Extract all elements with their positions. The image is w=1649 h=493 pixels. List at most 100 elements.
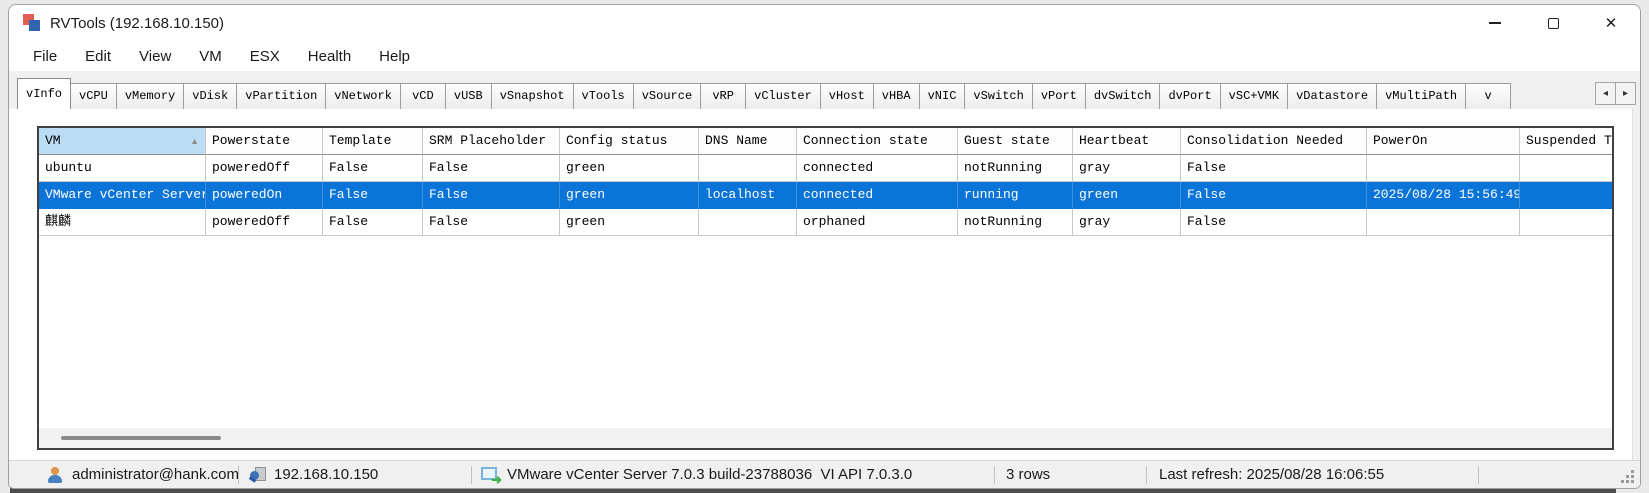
grid-header-row: VM ▲ Powerstate Template SRM Placeholder Conf… — [39, 128, 1612, 155]
menu-help[interactable]: Help — [365, 44, 424, 69]
column-header-dns-name[interactable]: DNS Name — [699, 128, 797, 155]
cell: False — [423, 182, 560, 209]
cell: localhost — [699, 182, 797, 209]
column-header-template[interactable]: Template — [323, 128, 423, 155]
tab-vsnapshot[interactable]: vSnapshot — [490, 83, 574, 109]
cell: 2025/08/28 15:56:49 — [1367, 182, 1520, 209]
tab-vnic[interactable]: vNIC — [918, 83, 966, 109]
cell — [1520, 155, 1612, 182]
title-bar[interactable]: RVTools (192.168.10.150) ✕ — [9, 5, 1640, 41]
tab-vport[interactable]: vPort — [1031, 83, 1086, 109]
cell: poweredOn — [206, 182, 323, 209]
status-separator — [471, 466, 472, 484]
column-header-suspended-to[interactable]: Suspended To — [1520, 128, 1612, 155]
tab-vsource[interactable]: vSource — [632, 83, 702, 109]
column-header-config-status[interactable]: Config status — [560, 128, 699, 155]
column-header-poweron[interactable]: PowerOn — [1367, 128, 1520, 155]
tab-vmemory[interactable]: vMemory — [115, 83, 185, 109]
grid-row-blank[interactable]: 麒麟 poweredOff False False green orphaned notRu… — [39, 209, 1612, 236]
cell: False — [1181, 182, 1367, 209]
tab-vnetwork[interactable]: vNetwork — [325, 83, 401, 109]
status-user-text: administrator@hank.com — [72, 466, 239, 483]
column-header-srm-placeholder[interactable]: SRM Placeholder — [423, 128, 560, 155]
horizontal-scrollbar-thumb[interactable] — [61, 436, 221, 440]
menu-vm[interactable]: VM — [185, 44, 236, 69]
cell — [699, 155, 797, 182]
column-header-guest-state[interactable]: Guest state — [958, 128, 1073, 155]
tab-scroll-right-button[interactable]: ▸ — [1615, 82, 1636, 105]
cell: ubuntu — [39, 155, 206, 182]
tab-vpartition[interactable]: vPartition — [236, 83, 327, 109]
cell: VMware vCenter Server — [39, 182, 206, 209]
tab-dvport[interactable]: dvPort — [1159, 83, 1221, 109]
right-gutter — [1632, 109, 1640, 461]
tab-vusb[interactable]: vUSB — [444, 83, 492, 109]
cell: gray — [1073, 209, 1181, 236]
minimize-button[interactable] — [1466, 5, 1524, 41]
menu-esx[interactable]: ESX — [236, 44, 294, 69]
resize-grip[interactable] — [1621, 470, 1634, 483]
close-button[interactable]: ✕ — [1582, 5, 1640, 41]
cell: connected — [797, 182, 958, 209]
cell: notRunning — [958, 155, 1073, 182]
cell — [1520, 182, 1612, 209]
status-separator — [994, 466, 995, 484]
tab-vdatastore[interactable]: vDatastore — [1287, 83, 1378, 109]
tab-v[interactable]: v — [1465, 83, 1512, 109]
menu-edit[interactable]: Edit — [71, 44, 125, 69]
vcenter-connection-icon: ➜ — [481, 466, 502, 486]
tab-vhba[interactable]: vHBA — [872, 83, 920, 109]
column-header-consolidation-needed[interactable]: Consolidation Needed — [1181, 128, 1367, 155]
column-header-heartbeat[interactable]: Heartbeat — [1073, 128, 1181, 155]
cell — [1520, 209, 1612, 236]
cell — [699, 209, 797, 236]
tab-vcpu[interactable]: vCPU — [70, 83, 117, 109]
column-header-powerstate[interactable]: Powerstate — [206, 128, 323, 155]
tab-scroll-left-button[interactable]: ◂ — [1595, 82, 1616, 105]
menu-view[interactable]: View — [125, 44, 185, 69]
tab-band: vInfo vCPU vMemory vDisk vPartition vNetwork v… — [9, 71, 1640, 109]
cell: connected — [797, 155, 958, 182]
tab-vinfo[interactable]: vInfo — [17, 78, 72, 109]
tab-vsc-vmk[interactable]: vSC+VMK — [1219, 83, 1289, 109]
status-bar: administrator@hank.com 192.168.10.150 ➜ … — [9, 460, 1640, 488]
cell: False — [323, 182, 423, 209]
tab-dvswitch[interactable]: dvSwitch — [1084, 83, 1161, 109]
tab-vcluster[interactable]: vCluster — [745, 83, 821, 109]
horizontal-scrollbar[interactable] — [39, 428, 1612, 448]
cell: green — [560, 155, 699, 182]
minimize-icon — [1489, 22, 1501, 24]
cell: poweredOff — [206, 209, 323, 236]
cell: False — [1181, 155, 1367, 182]
maximize-button[interactable] — [1524, 5, 1582, 41]
tab-vdisk[interactable]: vDisk — [183, 83, 238, 109]
status-host-text: 192.168.10.150 — [274, 466, 379, 483]
menu-health[interactable]: Health — [294, 44, 365, 69]
cell: green — [560, 182, 699, 209]
column-header-connection-state[interactable]: Connection state — [797, 128, 958, 155]
cell: green — [1073, 182, 1181, 209]
rvtools-app-icon — [23, 14, 41, 32]
tab-vswitch[interactable]: vSwitch — [964, 83, 1033, 109]
tab-vmultipath[interactable]: vMultiPath — [1376, 83, 1467, 109]
cell: False — [1181, 209, 1367, 236]
menu-file[interactable]: File — [19, 44, 71, 69]
tab-vhost[interactable]: vHost — [819, 83, 874, 109]
tab-vcd[interactable]: vCD — [399, 83, 446, 109]
cell: green — [560, 209, 699, 236]
vm-data-grid: VM ▲ Powerstate Template SRM Placeholder Conf… — [37, 126, 1614, 450]
cell: orphaned — [797, 209, 958, 236]
status-server-info-text: VMware vCenter Server 7.0.3 build-237880… — [507, 466, 913, 483]
window-title: RVTools (192.168.10.150) — [50, 14, 225, 32]
status-separator — [1478, 466, 1479, 484]
cell: False — [323, 209, 423, 236]
cell: False — [323, 155, 423, 182]
status-separator — [238, 466, 239, 484]
grid-row-ubuntu[interactable]: ubuntu poweredOff False False green connected… — [39, 155, 1612, 182]
column-header-vm[interactable]: VM ▲ — [39, 128, 206, 155]
close-icon: ✕ — [1604, 14, 1618, 32]
grid-row-vmware-vcenter-server[interactable]: VMware vCenter Server poweredOn False False… — [39, 182, 1612, 209]
status-server-info: ➜ VMware vCenter Server 7.0.3 build-2378… — [481, 461, 912, 488]
tab-vtools[interactable]: vTools — [572, 83, 634, 109]
tab-vrp[interactable]: vRP — [700, 83, 747, 109]
